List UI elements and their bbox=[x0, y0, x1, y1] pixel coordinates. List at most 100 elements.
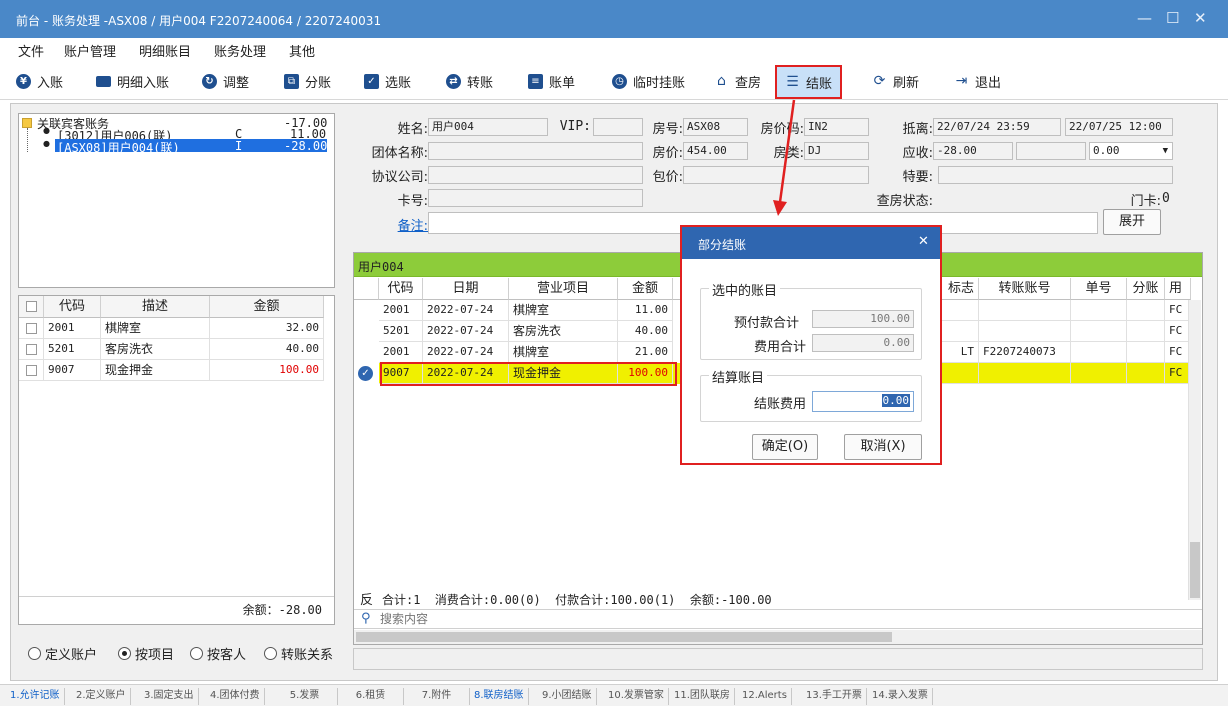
menu-file[interactable]: 文件 bbox=[18, 41, 44, 60]
tab-allow-posting[interactable]: 1.允许记账 bbox=[6, 688, 65, 705]
row-indicator-header bbox=[354, 278, 379, 300]
tab-invoice[interactable]: 5.发票 bbox=[272, 688, 338, 705]
exit-button[interactable]: ⇥ 退出 bbox=[954, 69, 1001, 93]
detail-post-button[interactable]: 明细入账 bbox=[96, 69, 169, 93]
tab-alerts[interactable]: 12.Alerts bbox=[738, 688, 792, 705]
card-field[interactable] bbox=[428, 189, 643, 207]
row-checkbox[interactable] bbox=[26, 365, 37, 376]
table-row[interactable]: 2001 棋牌室 32.00 bbox=[19, 318, 324, 339]
receivable-select[interactable]: 0.00 ▼ bbox=[1089, 142, 1173, 160]
radio-by-guest[interactable]: 按客人 bbox=[190, 644, 246, 663]
table-row[interactable]: 9007 现金押金 100.00 bbox=[19, 360, 324, 381]
tab-group-payment[interactable]: 4.团体付费 bbox=[206, 688, 265, 705]
col-split[interactable]: 分账 bbox=[1127, 278, 1165, 300]
tab-linked-room-checkout[interactable]: 8.联房结账 bbox=[470, 688, 529, 705]
search-bar[interactable]: ⚲ bbox=[354, 609, 1202, 629]
remark-link[interactable]: 备注: bbox=[383, 215, 428, 234]
check-room-button[interactable]: ⌂ 查房 bbox=[714, 69, 761, 93]
post-button[interactable]: ¥ 入账 bbox=[16, 69, 63, 93]
table-row[interactable]: 5201 客房洗衣 40.00 bbox=[19, 339, 324, 360]
tab-invoice-manager[interactable]: 10.发票管家 bbox=[604, 688, 669, 705]
temp-hang-button[interactable]: ◷ 临时挂账 bbox=[612, 69, 685, 93]
leave-field[interactable]: 22/07/25 12:00 bbox=[1065, 118, 1173, 136]
hscroll-thumb[interactable] bbox=[356, 632, 892, 642]
radio-by-item[interactable]: 按项目 bbox=[118, 644, 174, 663]
adjust-button[interactable]: ↻ 调整 bbox=[202, 69, 249, 93]
tab-enter-invoice[interactable]: 14.录入发票 bbox=[868, 688, 933, 705]
col-desc[interactable]: 描述 bbox=[101, 296, 210, 318]
radio-transfer-relation[interactable]: 转账关系 bbox=[264, 644, 333, 663]
horizontal-scrollbar[interactable] bbox=[354, 630, 1202, 644]
special-field[interactable] bbox=[938, 166, 1173, 184]
close-icon[interactable]: ✕ bbox=[1194, 9, 1207, 27]
row-checkbox[interactable] bbox=[26, 344, 37, 355]
col-amount[interactable]: 金额 bbox=[618, 278, 673, 300]
refresh-icon: ⟳ bbox=[873, 73, 886, 89]
checkout-button[interactable]: ☰ 结账 bbox=[775, 65, 843, 99]
expand-button[interactable]: 展开 bbox=[1103, 209, 1161, 235]
tree-node-bullet-icon: ● bbox=[43, 126, 50, 135]
row-code: 9007 bbox=[44, 360, 101, 381]
menu-accounting[interactable]: 账务处理 bbox=[214, 41, 266, 60]
price-field[interactable]: 454.00 bbox=[683, 142, 748, 160]
prepaid-label: 预付款合计 bbox=[734, 316, 800, 331]
row-amount: 40.00 bbox=[618, 321, 673, 342]
refresh-button[interactable]: ⟳ 刷新 bbox=[872, 69, 919, 93]
tab-define-account[interactable]: 2.定义账户 bbox=[72, 688, 131, 705]
maximize-icon[interactable]: ☐ bbox=[1166, 9, 1179, 27]
select-all-header[interactable] bbox=[19, 296, 44, 318]
row-date: 2022-07-24 bbox=[423, 342, 509, 363]
cancel-button[interactable]: 取消(X) bbox=[844, 434, 922, 460]
radio-circle[interactable] bbox=[190, 647, 203, 660]
adjust-icon: ↻ bbox=[202, 73, 217, 89]
col-code[interactable]: 代码 bbox=[379, 278, 423, 300]
tab-small-group-checkout[interactable]: 9.小团结账 bbox=[538, 688, 597, 705]
row-checkbox[interactable] bbox=[26, 323, 37, 334]
col-transfer-account[interactable]: 转账账号 bbox=[979, 278, 1071, 300]
window-title: 前台 - 账务处理 -ASX08 / 用户004 F2207240064 / 2… bbox=[16, 14, 382, 28]
tab-team-linked-room[interactable]: 11.团队联房 bbox=[670, 688, 735, 705]
group-field[interactable] bbox=[428, 142, 643, 160]
settle-amount-input[interactable]: 0.00 bbox=[812, 391, 914, 412]
room-type-field[interactable]: DJ bbox=[804, 142, 869, 160]
tree-child-label[interactable]: [ASX08]用户004(联) bbox=[57, 139, 180, 156]
select-button[interactable]: ✓ 选账 bbox=[364, 69, 411, 93]
transfer-button[interactable]: ⇄ 转账 bbox=[446, 69, 493, 93]
bill-button[interactable]: ≡ 账单 bbox=[528, 69, 575, 93]
col-item[interactable]: 营业项目 bbox=[509, 278, 618, 300]
rate-code-field[interactable]: IN2 bbox=[804, 118, 869, 136]
minimize-icon[interactable]: — bbox=[1137, 9, 1152, 27]
room-field[interactable]: ASX08 bbox=[683, 118, 748, 136]
col-number[interactable]: 单号 bbox=[1071, 278, 1127, 300]
arrive-field[interactable]: 22/07/24 23:59 bbox=[933, 118, 1061, 136]
receivable-field[interactable]: -28.00 bbox=[933, 142, 1013, 160]
scrollbar-thumb[interactable] bbox=[1190, 542, 1200, 598]
checkbox[interactable] bbox=[26, 301, 37, 312]
split-button[interactable]: ⧉ 分账 bbox=[284, 69, 331, 93]
col-amount[interactable]: 金额 bbox=[210, 296, 324, 318]
vertical-scrollbar[interactable] bbox=[1188, 300, 1201, 600]
tab-attachment[interactable]: 7.附件 bbox=[404, 688, 470, 705]
receivable-blank-field[interactable] bbox=[1016, 142, 1086, 160]
ok-button[interactable]: 确定(O) bbox=[752, 434, 818, 460]
tab-lease[interactable]: 6.租赁 bbox=[338, 688, 404, 705]
col-user[interactable]: 用 bbox=[1165, 278, 1191, 300]
tab-fixed-expense[interactable]: 3.固定支出 bbox=[140, 688, 199, 705]
tree-child-flag: I bbox=[235, 139, 243, 153]
radio-circle[interactable] bbox=[264, 647, 277, 660]
vip-field[interactable] bbox=[593, 118, 643, 136]
dialog-close-icon[interactable]: ✕ bbox=[918, 234, 929, 249]
radio-circle[interactable] bbox=[28, 647, 41, 660]
dropdown-icon[interactable]: ▼ bbox=[1163, 143, 1168, 159]
col-code[interactable]: 代码 bbox=[44, 296, 101, 318]
menu-account-mgmt[interactable]: 账户管理 bbox=[64, 41, 116, 60]
agreement-field[interactable] bbox=[428, 166, 643, 184]
tab-manual-invoice[interactable]: 13.手工开票 bbox=[802, 688, 867, 705]
radio-define-account[interactable]: 定义账户 bbox=[28, 644, 97, 663]
name-field[interactable]: 用户004 bbox=[428, 118, 548, 136]
search-input[interactable] bbox=[380, 611, 1180, 627]
col-date[interactable]: 日期 bbox=[423, 278, 509, 300]
radio-circle[interactable] bbox=[118, 647, 131, 660]
menu-detail-items[interactable]: 明细账目 bbox=[139, 41, 191, 60]
menu-other[interactable]: 其他 bbox=[289, 41, 315, 60]
